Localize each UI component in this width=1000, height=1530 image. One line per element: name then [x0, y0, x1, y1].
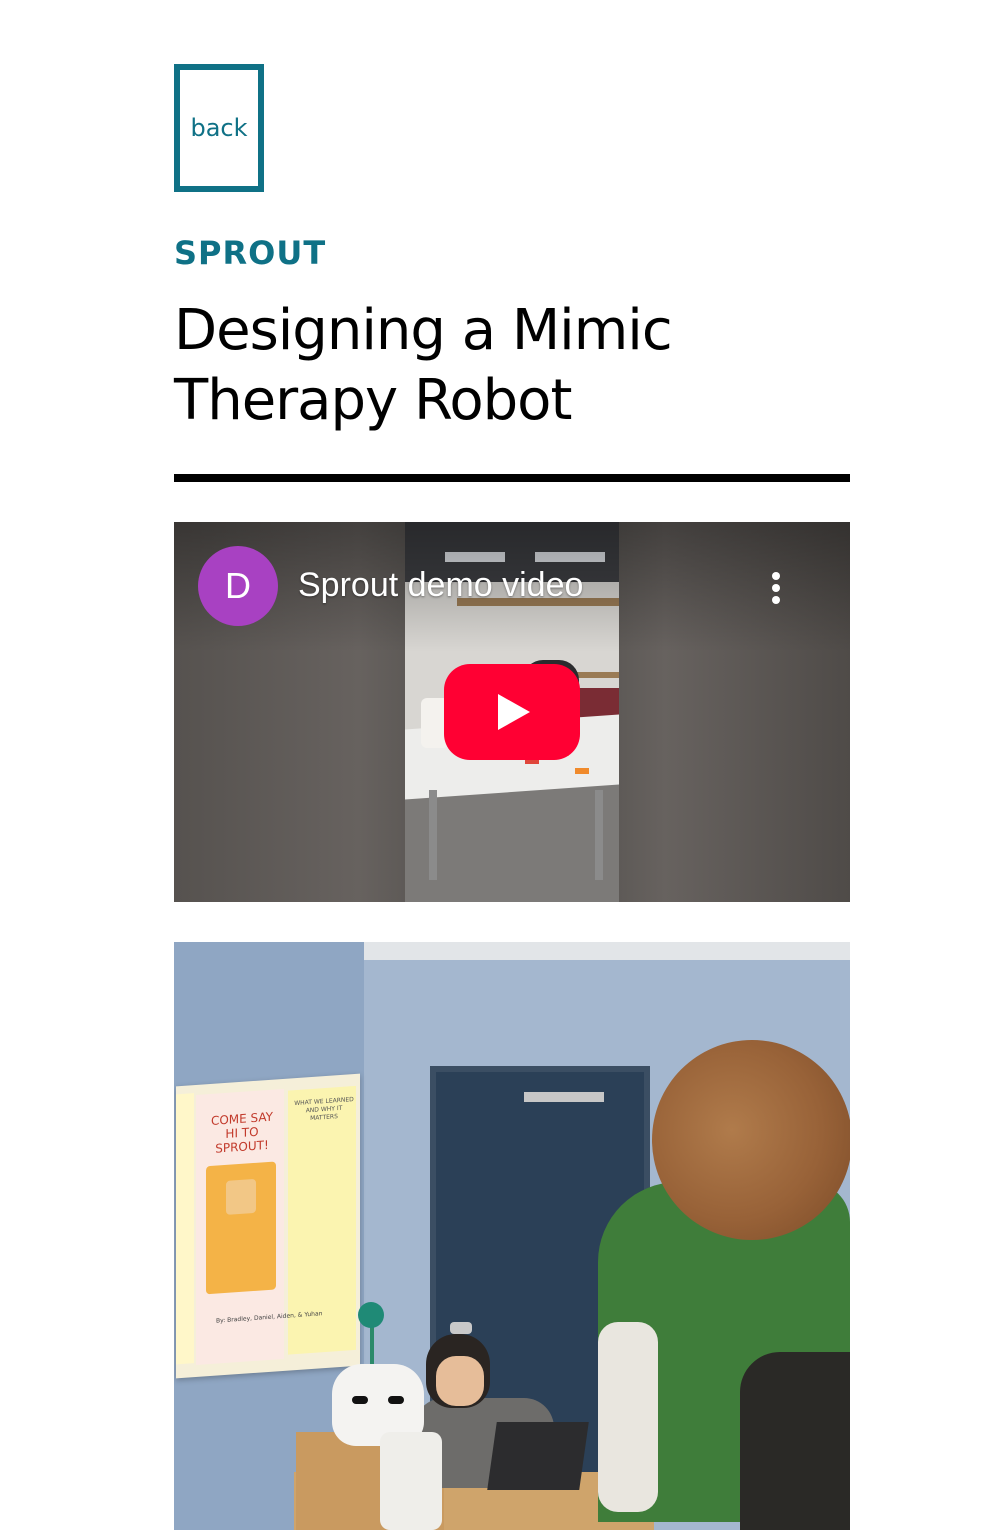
play-button[interactable]: [444, 664, 580, 760]
more-options-icon[interactable]: [764, 570, 788, 606]
child: [652, 1040, 850, 1240]
laptop: [487, 1422, 589, 1490]
sprout-robot-body: [380, 1432, 442, 1530]
title-divider: [174, 474, 850, 482]
poster-title: COME SAY HI TO SPROUT!: [210, 1109, 274, 1156]
video-title[interactable]: Sprout demo video: [298, 566, 583, 605]
channel-avatar[interactable]: D: [198, 546, 278, 626]
project-photo: COME SAY HI TO SPROUT! WHAT WE LEARNED A…: [174, 942, 850, 1530]
channel-avatar-initial: D: [225, 565, 251, 606]
flower-decoration: [358, 1302, 384, 1328]
poster-robot-illustration: [206, 1161, 276, 1295]
project-poster: COME SAY HI TO SPROUT! WHAT WE LEARNED A…: [176, 1073, 360, 1379]
back-button[interactable]: back: [174, 64, 264, 192]
play-icon: [498, 694, 530, 730]
page-title-line-1: Designing a Mimic: [174, 298, 673, 363]
back-button-label: back: [190, 114, 248, 142]
video-embed[interactable]: D Sprout demo video: [174, 522, 850, 902]
poster-side-heading: WHAT WE LEARNED AND WHY IT MATTERS: [294, 1096, 354, 1123]
page-title-line-2: Therapy Robot: [174, 368, 572, 433]
page-title: Designing a Mimic Therapy Robot: [174, 296, 794, 436]
project-eyebrow: SPROUT: [174, 234, 327, 272]
